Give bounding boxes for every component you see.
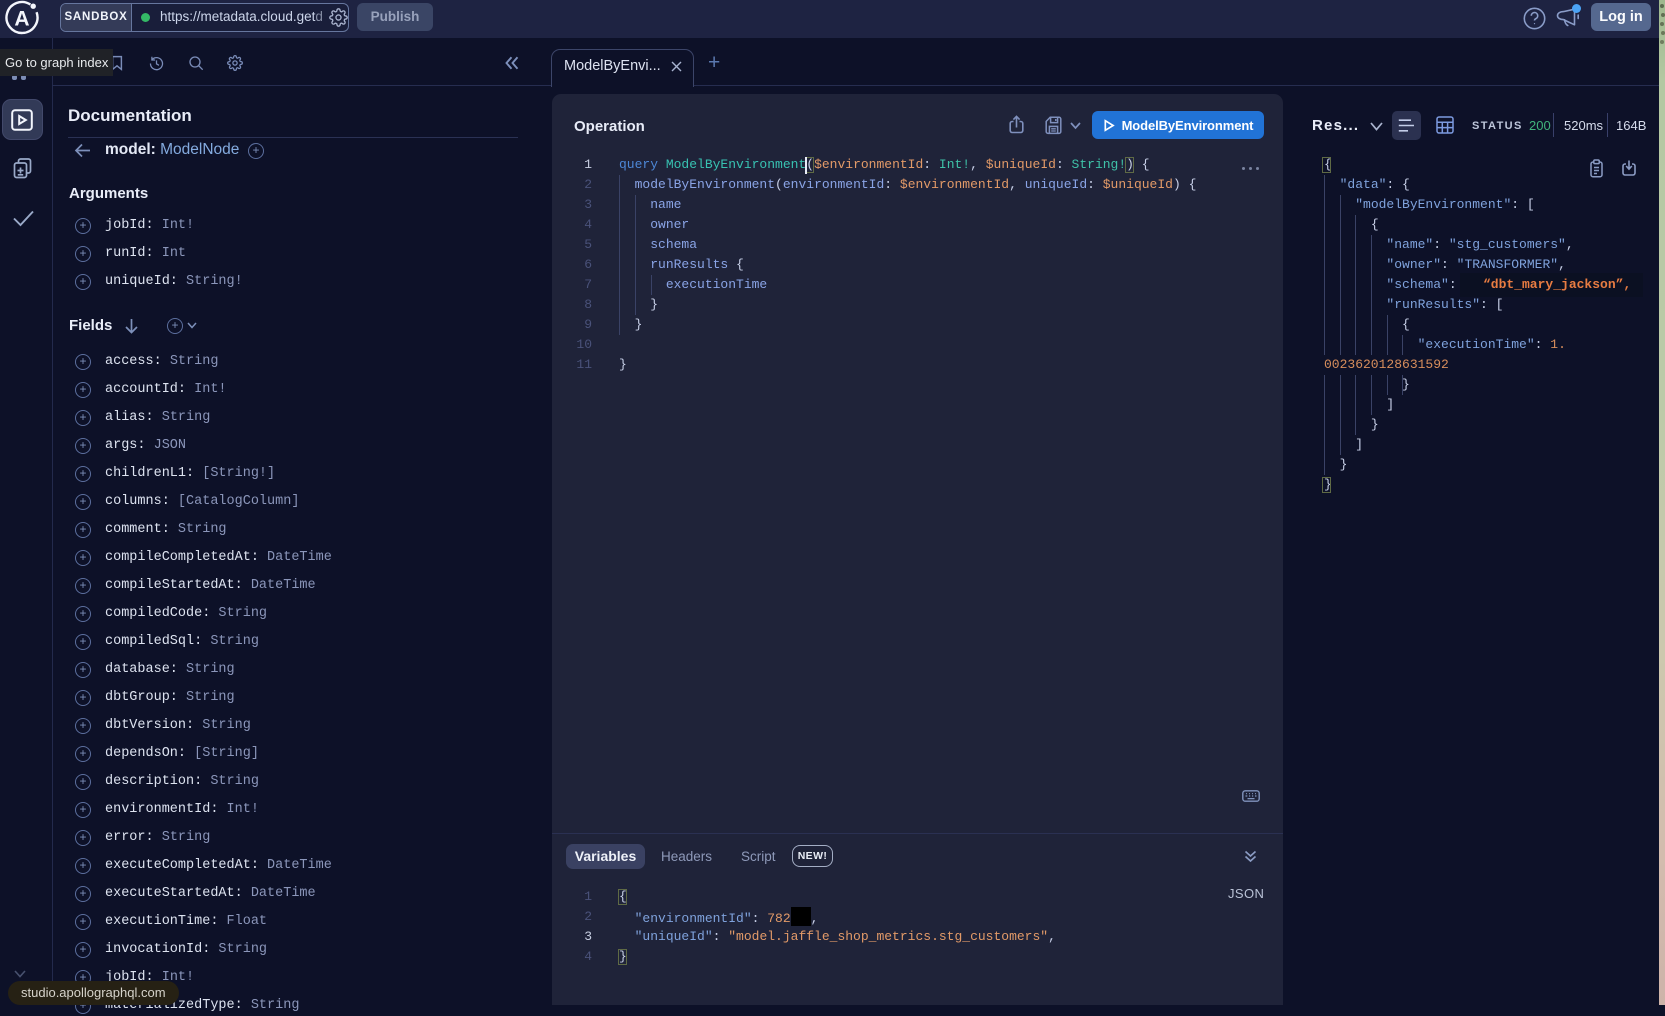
svg-text:A: A [14, 8, 29, 31]
